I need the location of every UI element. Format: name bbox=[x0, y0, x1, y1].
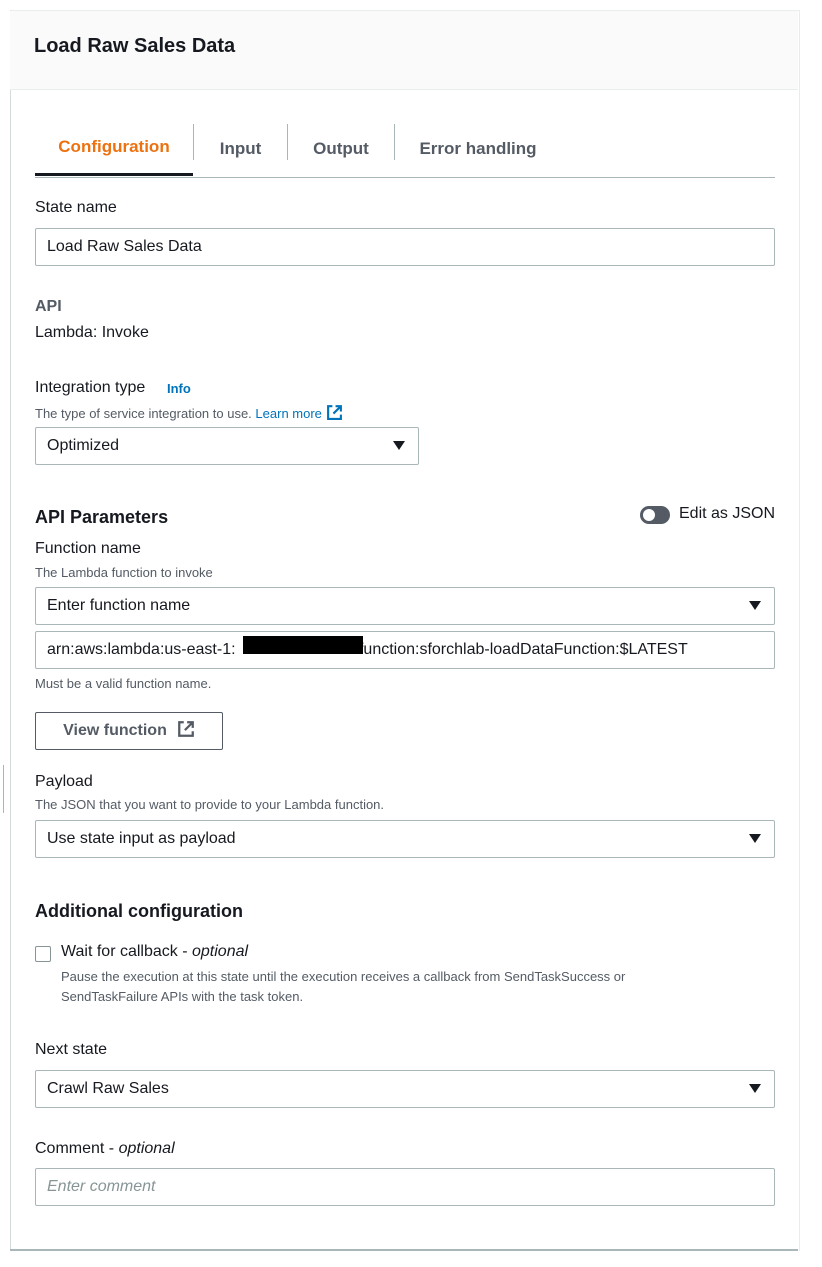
learn-more-link[interactable]: Learn more bbox=[255, 406, 321, 421]
function-name-validation: Must be a valid function name. bbox=[35, 676, 212, 691]
integration-type-description: The type of service integration to use. … bbox=[35, 404, 343, 424]
caret-down-icon bbox=[749, 601, 761, 610]
redaction-box bbox=[243, 636, 363, 654]
comment-optional-text: optional bbox=[118, 1140, 175, 1157]
integration-type-select[interactable]: Optimized bbox=[35, 427, 419, 465]
function-arn-prefix: arn:aws:lambda:us-east-1: bbox=[47, 641, 236, 658]
tab-bar: Configuration Input Output Error handlin… bbox=[35, 121, 775, 178]
edit-as-json-toggle[interactable] bbox=[640, 506, 670, 524]
toggle-knob bbox=[643, 509, 655, 521]
callback-desc-line: Pause the execution at this state until … bbox=[61, 969, 626, 984]
comment-input[interactable]: Enter comment bbox=[35, 1168, 775, 1206]
function-arn-input[interactable]: arn:aws:lambda:us-east-1: :function:sforc… bbox=[35, 631, 775, 669]
payload-selected: Use state input as payload bbox=[47, 830, 236, 847]
state-name-label: State name bbox=[35, 199, 117, 216]
tab-configuration[interactable]: Configuration bbox=[35, 121, 193, 176]
payload-description: The JSON that you want to provide to you… bbox=[35, 797, 385, 812]
next-state-select[interactable]: Crawl Raw Sales bbox=[35, 1070, 775, 1108]
external-link-icon[interactable] bbox=[326, 404, 343, 424]
function-name-placeholder: Enter function name bbox=[47, 597, 191, 614]
wait-for-callback-label: Wait for callback - optional bbox=[61, 943, 248, 961]
caret-down-icon bbox=[393, 441, 405, 450]
callback-desc-line: SendTaskFailure APIs with the task token… bbox=[61, 989, 304, 1004]
wait-for-callback-checkbox[interactable] bbox=[35, 946, 51, 962]
resize-handle[interactable] bbox=[3, 765, 4, 813]
page-title: Load Raw Sales Data bbox=[34, 35, 236, 57]
tab-output[interactable]: Output bbox=[288, 121, 394, 176]
integration-type-label: Integration type bbox=[35, 379, 146, 396]
comment-label-text: Comment - bbox=[35, 1140, 119, 1157]
info-link[interactable]: Info bbox=[167, 381, 191, 396]
integration-type-desc-text: The type of service integration to use. bbox=[35, 406, 252, 421]
wait-for-callback-description: Pause the execution at this state until … bbox=[61, 967, 625, 1007]
payload-select[interactable]: Use state input as payload bbox=[35, 820, 775, 858]
function-arn-suffix: :function:sforchlab-loadDataFunction:$LA… bbox=[354, 641, 688, 658]
caret-down-icon bbox=[749, 1084, 761, 1093]
tab-error-handling[interactable]: Error handling bbox=[395, 121, 561, 176]
panel-header: Load Raw Sales Data bbox=[10, 11, 798, 90]
next-state-selected: Crawl Raw Sales bbox=[47, 1080, 169, 1097]
callback-label-text: Wait for callback - bbox=[61, 943, 192, 960]
api-value: Lambda: Invoke bbox=[35, 324, 149, 341]
tab-input[interactable]: Input bbox=[194, 121, 287, 176]
function-name-label: Function name bbox=[35, 540, 141, 557]
api-label: API bbox=[35, 298, 62, 315]
additional-configuration-title: Additional configuration bbox=[35, 901, 243, 921]
next-state-label: Next state bbox=[35, 1041, 108, 1058]
caret-down-icon bbox=[749, 834, 761, 843]
api-parameters-title: API Parameters bbox=[35, 507, 169, 527]
external-link-icon bbox=[177, 720, 195, 743]
function-name-select[interactable]: Enter function name bbox=[35, 587, 775, 625]
edit-as-json-label: Edit as JSON bbox=[679, 505, 776, 522]
payload-label: Payload bbox=[35, 773, 93, 790]
function-name-description: The Lambda function to invoke bbox=[35, 565, 213, 580]
integration-type-selected: Optimized bbox=[47, 437, 120, 454]
view-function-button[interactable]: View function bbox=[35, 712, 223, 750]
view-function-label: View function bbox=[63, 722, 167, 739]
state-name-input[interactable]: Load Raw Sales Data bbox=[35, 228, 775, 266]
comment-label: Comment - optional bbox=[35, 1140, 175, 1158]
callback-optional-text: optional bbox=[192, 943, 249, 960]
panel-bottom-divider bbox=[10, 1249, 798, 1251]
